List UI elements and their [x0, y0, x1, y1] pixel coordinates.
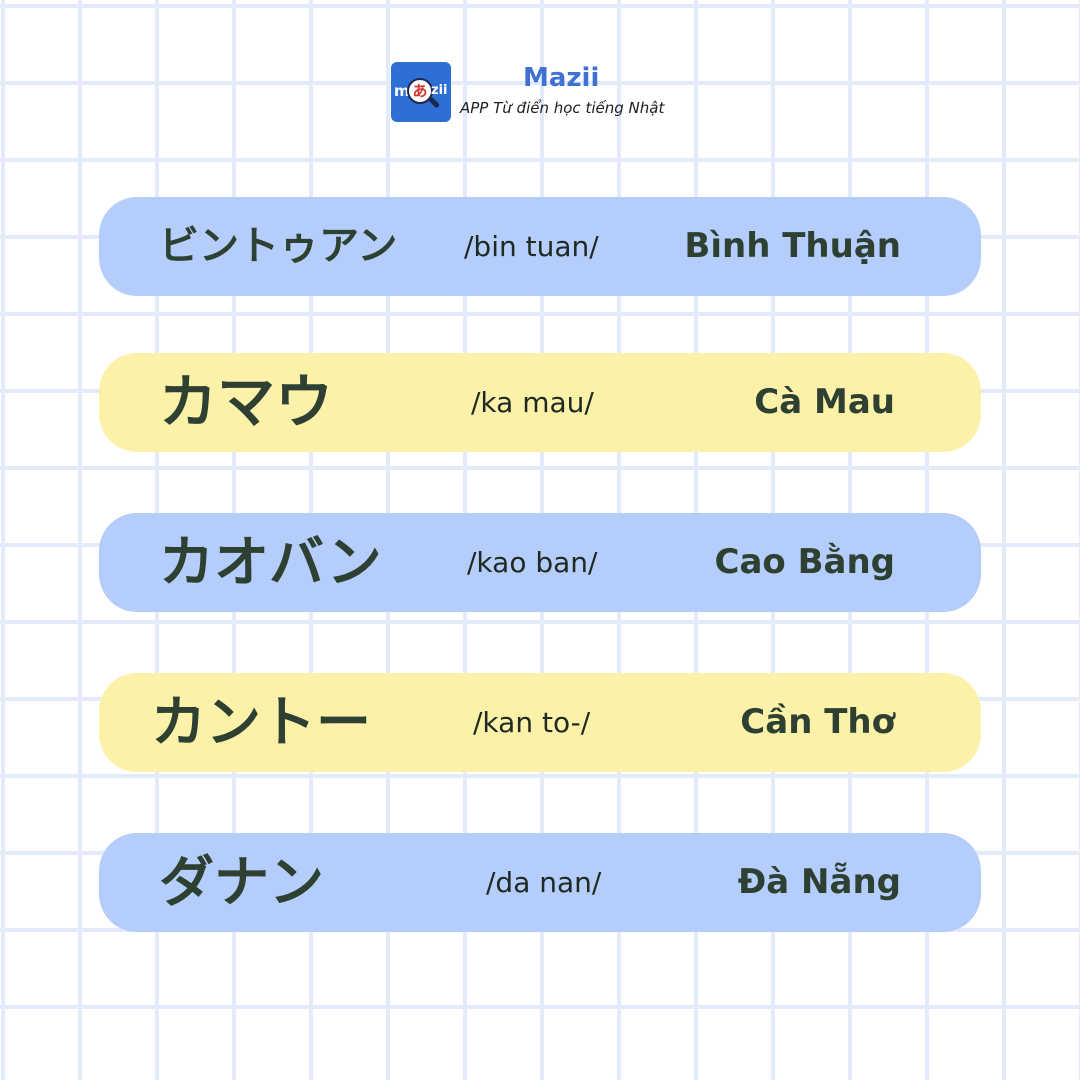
katakana-word: ダナン [159, 850, 325, 914]
romaji-pronunciation: /da nan/ [486, 866, 602, 899]
vocab-row-cao-bang: カオバン /kao ban/ Cao Bằng [99, 513, 981, 612]
vocab-row-can-tho: カントー /kan to-/ Cần Thơ [99, 673, 981, 772]
vocab-row-binh-thuan: ビントゥアン /bin tuan/ Bình Thuận [99, 197, 981, 296]
romaji-pronunciation: /kan to-/ [473, 706, 591, 739]
brand-tagline: APP Từ điển học tiếng Nhật [460, 99, 665, 117]
brand-header: m あ zii Mazii APP Từ điển học tiếng Nhật [391, 62, 691, 124]
romaji-pronunciation: /bin tuan/ [464, 230, 599, 263]
vietnamese-place-name: Cà Mau [754, 382, 895, 422]
vocab-row-da-nang: ダナン /da nan/ Đà Nẵng [99, 833, 981, 932]
katakana-word: カマウ [159, 368, 334, 436]
brand-name: Mazii [523, 63, 600, 93]
vietnamese-place-name: Bình Thuận [684, 226, 901, 266]
romaji-pronunciation: /ka mau/ [471, 386, 594, 419]
vocab-row-ca-mau: カマウ /ka mau/ Cà Mau [99, 353, 981, 452]
katakana-word: カントー [151, 690, 372, 754]
mazii-logo-icon: m あ zii [391, 62, 451, 122]
romaji-pronunciation: /kao ban/ [467, 546, 598, 579]
logo-letters-zii: zii [431, 83, 448, 98]
katakana-word: ビントゥアン [159, 223, 398, 269]
vietnamese-place-name: Cao Bằng [714, 542, 896, 582]
katakana-word: カオバン [159, 530, 382, 594]
vietnamese-place-name: Cần Thơ [740, 702, 895, 742]
vietnamese-place-name: Đà Nẵng [737, 862, 901, 902]
